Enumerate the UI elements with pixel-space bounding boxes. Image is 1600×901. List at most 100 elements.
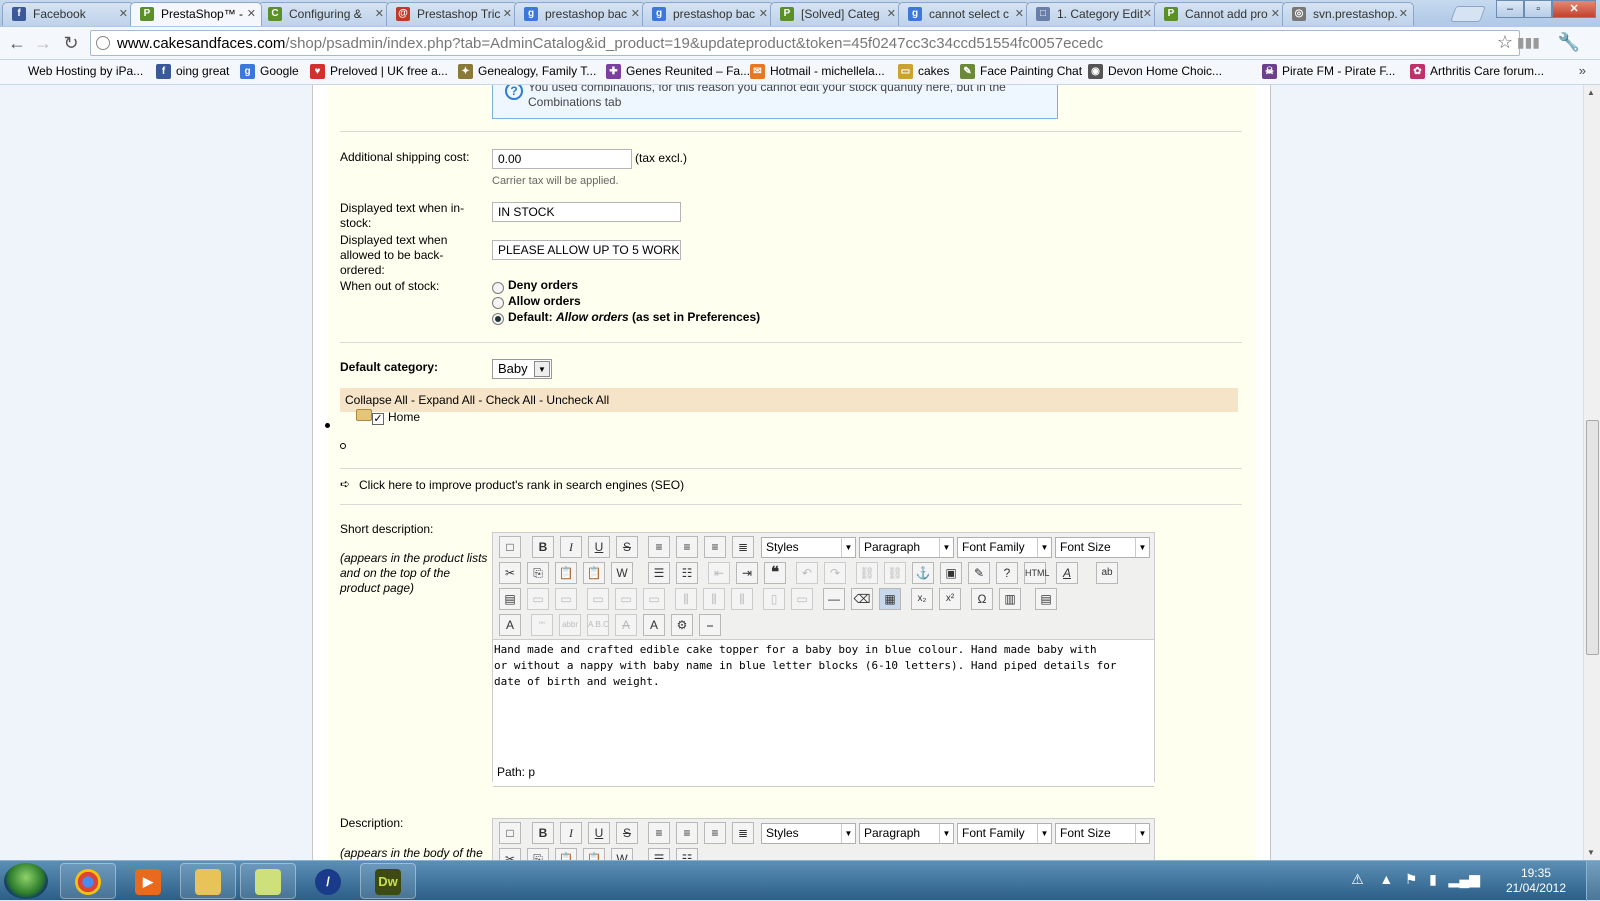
browser-tab[interactable]: P Cannot add pro ✕ <box>1154 2 1286 26</box>
tray-arrow-icon[interactable]: ▲ <box>1379 871 1393 887</box>
media-icon[interactable]: ▥ <box>999 588 1021 610</box>
instock-text-input[interactable]: IN STOCK <box>492 202 681 222</box>
italic-button[interactable]: I <box>560 822 582 844</box>
superscript-icon[interactable]: x² <box>939 588 961 610</box>
taskbar-chrome[interactable] <box>60 863 116 899</box>
styleprops-icon[interactable]: A <box>499 614 521 636</box>
font-size-dropdown[interactable]: Font Size ▼ <box>1055 537 1150 558</box>
delete-col-icon[interactable]: ⫼ <box>731 588 753 610</box>
bullet-list-icon[interactable]: ☰ <box>648 848 670 860</box>
insert-row-after-icon[interactable]: ▭ <box>615 588 637 610</box>
new-document-icon[interactable]: □ <box>499 822 521 844</box>
tab-close-icon[interactable]: ✕ <box>1271 3 1280 25</box>
shipping-input[interactable]: 0.00 <box>492 149 632 169</box>
text-color-icon[interactable]: A <box>1056 562 1078 584</box>
reload-icon[interactable]: ↻ <box>60 32 82 54</box>
tab-close-icon[interactable]: ✕ <box>887 3 896 25</box>
tab-close-icon[interactable]: ✕ <box>119 3 128 25</box>
align-right-icon[interactable]: ≡ <box>704 822 726 844</box>
styles-dropdown[interactable]: Styles ▼ <box>761 537 856 558</box>
paragraph-dropdown[interactable]: Paragraph ▼ <box>859 823 954 844</box>
bullet-list-icon[interactable]: ☰ <box>648 562 670 584</box>
browser-tab[interactable]: ◎ svn.prestashop. ✕ <box>1282 2 1414 26</box>
acronym-icon[interactable]: A.B.C <box>587 614 609 636</box>
outdent-icon[interactable]: ⇤ <box>708 562 730 584</box>
maximize-button[interactable]: ▫ <box>1524 0 1553 18</box>
redo-icon[interactable]: ↷ <box>824 562 846 584</box>
align-justify-icon[interactable]: ≣ <box>732 822 754 844</box>
undo-icon[interactable]: ↶ <box>796 562 818 584</box>
taskbar-ie[interactable]: / <box>300 863 356 899</box>
insert-col-before-icon[interactable]: ⫼ <box>675 588 697 610</box>
backorder-text-input[interactable]: PLEASE ALLOW UP TO 5 WORK <box>492 240 681 260</box>
align-justify-icon[interactable]: ≣ <box>732 536 754 558</box>
taskbar-dreamweaver[interactable]: Dw <box>360 863 416 899</box>
unlink-icon[interactable]: ⛓ <box>884 562 906 584</box>
bookmark-item[interactable]: ✚ Genes Reunited – Fa... <box>606 63 750 80</box>
wrench-icon[interactable]: 🔧 <box>1558 32 1580 53</box>
browser-tab[interactable]: g cannot select c ✕ <box>898 2 1030 26</box>
abbr-icon[interactable]: abbr <box>559 614 581 636</box>
browser-tab[interactable]: P [Solved] Categ ✕ <box>770 2 902 26</box>
tab-close-icon[interactable]: ✕ <box>631 3 640 25</box>
bookmark-item[interactable]: ✦ Genealogy, Family T... <box>458 63 596 80</box>
taskbar-media-player[interactable]: ▶ <box>120 863 176 899</box>
numbered-list-icon[interactable]: ☷ <box>676 562 698 584</box>
home-checkbox[interactable]: ✓ <box>372 413 384 425</box>
numbered-list-icon[interactable]: ☷ <box>676 848 698 860</box>
insert-row-before-icon[interactable]: ▭ <box>587 588 609 610</box>
font-family-dropdown[interactable]: Font Family ▼ <box>957 823 1052 844</box>
tab-close-icon[interactable]: ✕ <box>503 3 512 25</box>
insert-col-after-icon[interactable]: ⫼ <box>703 588 725 610</box>
bookmark-item[interactable]: ✉ Hotmail - michellela... <box>750 63 885 80</box>
align-right-icon[interactable]: ≡ <box>704 536 726 558</box>
taskbar-explorer[interactable] <box>180 863 236 899</box>
back-icon[interactable]: ← <box>6 32 28 54</box>
tab-close-icon[interactable]: ✕ <box>1143 3 1152 25</box>
special-char-icon[interactable]: Ω <box>971 588 993 610</box>
paste-word-icon[interactable]: W <box>611 848 633 860</box>
anchor-icon[interactable]: ⚓ <box>912 562 934 584</box>
browser-tab[interactable]: g prestashop bac ✕ <box>642 2 774 26</box>
tab-close-icon[interactable]: ✕ <box>1015 3 1024 25</box>
paste-icon[interactable]: 📋 <box>555 562 577 584</box>
battery-icon[interactable]: ▮ <box>1429 871 1437 887</box>
image-icon[interactable]: ▣ <box>940 562 962 584</box>
allow-orders-radio[interactable] <box>492 297 504 309</box>
bookmark-item[interactable]: ◉ Devon Home Choic... <box>1088 63 1222 80</box>
paste-icon[interactable]: 📋 <box>555 848 577 860</box>
browser-tab[interactable]: f Facebook ✕ <box>2 2 134 26</box>
visual-aid-icon[interactable]: ▤ <box>499 588 521 610</box>
link-icon[interactable]: ⛓ <box>856 562 878 584</box>
paste-word-icon[interactable]: W <box>611 562 633 584</box>
scroll-up-icon[interactable]: ▲ <box>1587 88 1595 97</box>
help-icon[interactable]: ? <box>996 562 1018 584</box>
browser-tab[interactable]: g prestashop bac ✕ <box>514 2 646 26</box>
taskbar-folder[interactable] <box>240 863 296 899</box>
table-cell-props-icon[interactable]: ▭ <box>555 588 577 610</box>
bookmark-item[interactable]: f oing great <box>156 63 229 80</box>
seo-link[interactable]: Click here to improve product's rank in … <box>359 478 684 493</box>
bookmark-item[interactable]: ♥ Preloved | UK free a... <box>310 63 448 80</box>
table-row-props-icon[interactable]: ▭ <box>527 588 549 610</box>
more-bookmarks-button[interactable]: » <box>1579 63 1586 78</box>
split-cells-icon[interactable]: ▯ <box>763 588 785 610</box>
close-window-button[interactable]: ✕ <box>1552 0 1596 18</box>
table-icon[interactable]: ▦ <box>879 588 901 610</box>
new-document-icon[interactable]: □ <box>499 536 521 558</box>
layer-icon[interactable]: ▤ <box>1035 588 1057 610</box>
clock[interactable]: 19:35 21/04/2012 <box>1506 866 1566 896</box>
subscript-icon[interactable]: x₂ <box>911 588 933 610</box>
cut-icon[interactable]: ✂ <box>499 562 521 584</box>
cleanup-icon[interactable]: ✎ <box>968 562 990 584</box>
italic-button[interactable]: I <box>560 536 582 558</box>
short-description-content[interactable]: Hand made and crafted edible cake topper… <box>493 639 1154 787</box>
bookmark-item[interactable]: ☠ Pirate FM - Pirate F... <box>1262 63 1395 80</box>
new-tab-button[interactable] <box>1450 6 1486 22</box>
bookmark-item[interactable]: g Google <box>240 63 299 80</box>
default-category-select[interactable]: Baby ▼ <box>492 359 552 379</box>
show-desktop-button[interactable] <box>1586 861 1600 901</box>
strikethrough-button[interactable]: S <box>616 822 638 844</box>
vertical-scrollbar[interactable]: ▲ ▼ <box>1583 85 1600 860</box>
start-button[interactable] <box>4 863 48 899</box>
